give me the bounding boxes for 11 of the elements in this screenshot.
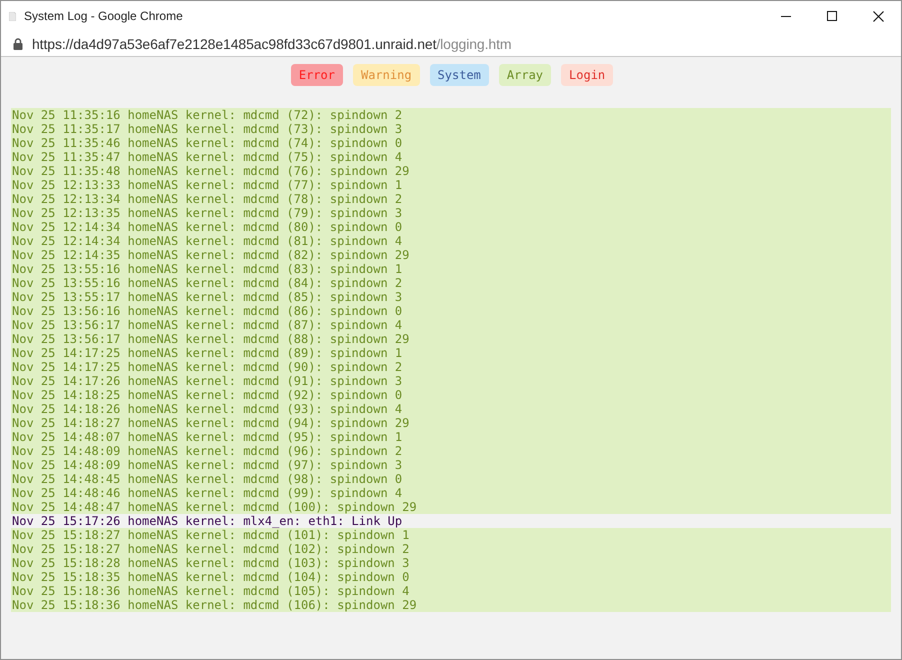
- filter-button[interactable]: Login: [561, 64, 614, 86]
- close-icon: [872, 10, 884, 22]
- log-line: Nov 25 15:17:26 homeNAS kernel: mlx4_en: eth1: Link Up: [11, 514, 404, 528]
- filter-button[interactable]: Warning: [352, 64, 420, 86]
- filter-button[interactable]: Error: [290, 64, 343, 86]
- filter-button[interactable]: Array: [498, 64, 552, 86]
- window-title: System Log - Google Chrome: [24, 9, 184, 23]
- maximize-icon: [827, 11, 837, 21]
- lock-icon[interactable]: [13, 38, 23, 50]
- page-icon: [9, 12, 16, 20]
- filter-button[interactable]: System: [430, 64, 489, 86]
